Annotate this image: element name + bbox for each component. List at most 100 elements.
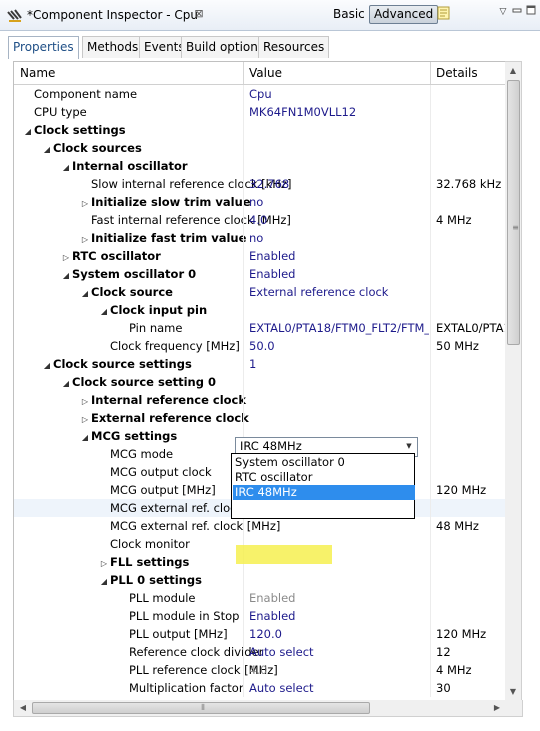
property-value[interactable]: 4.0 [249, 661, 429, 679]
property-value[interactable]: 50.0 [249, 337, 429, 355]
property-value[interactable]: no [249, 193, 429, 211]
column-divider [243, 373, 244, 391]
tab-methods[interactable]: Methods [82, 36, 144, 58]
property-value[interactable]: no [249, 229, 429, 247]
table-row[interactable]: PLL module Enabled [14, 589, 506, 607]
horizontal-scroll-thumb[interactable]: ⦀ [32, 702, 370, 714]
vertical-scroll-thumb[interactable]: ≡ [507, 80, 520, 345]
column-header-details[interactable]: Details [430, 62, 506, 84]
table-row[interactable]: Component name Cpu [14, 85, 506, 103]
property-value[interactable] [249, 409, 429, 427]
expanded-arrow-icon[interactable]: ◢ [60, 159, 72, 175]
table-row[interactable]: ◢ System oscillator 0 Enabled [14, 265, 506, 283]
expanded-arrow-icon[interactable]: ◢ [22, 123, 34, 139]
scroll-right-icon[interactable]: ▶ [490, 701, 504, 715]
expanded-arrow-icon[interactable]: ◢ [41, 141, 53, 157]
property-value[interactable] [249, 121, 429, 139]
note-icon[interactable] [437, 6, 451, 20]
property-value[interactable] [249, 301, 429, 319]
table-row[interactable]: Pin name EXTAL0/PTA18/FTM0_FLT2/FTM_CLKIN… [14, 319, 506, 337]
column-header-value[interactable]: Value [243, 62, 436, 84]
property-value[interactable]: Enabled [249, 265, 429, 283]
table-row[interactable]: ◢ Internal oscillator [14, 157, 506, 175]
table-row[interactable]: ◢ Clock source settings 1 [14, 355, 506, 373]
table-row[interactable]: PLL reference clock [MHz] 4.0 4 MHz [14, 661, 506, 679]
property-value[interactable] [249, 391, 429, 409]
property-value[interactable]: Auto select [249, 643, 429, 661]
scroll-up-icon[interactable]: ▲ [506, 64, 520, 78]
property-value[interactable]: Enabled [249, 589, 429, 607]
property-value[interactable]: 120.0 [249, 625, 429, 643]
property-value[interactable] [249, 571, 429, 589]
horizontal-scrollbar[interactable]: ◀ ⦀ ▶ [13, 700, 523, 717]
table-row[interactable]: ▷ RTC oscillator Enabled [14, 247, 506, 265]
property-details [436, 139, 506, 157]
collapsed-arrow-icon[interactable]: ▷ [79, 195, 91, 211]
advanced-mode-button[interactable]: Advanced [369, 5, 439, 24]
table-row[interactable]: ◢ Clock source External reference clock [14, 283, 506, 301]
collapsed-arrow-icon[interactable]: ▷ [79, 393, 91, 409]
collapsed-arrow-icon[interactable]: ▷ [79, 231, 91, 247]
property-value[interactable]: Auto select [249, 679, 429, 697]
collapsed-arrow-icon[interactable]: ▷ [79, 411, 91, 427]
table-row[interactable]: ▷ Internal reference clock [14, 391, 506, 409]
expanded-arrow-icon[interactable]: ◢ [98, 573, 110, 589]
table-row[interactable]: ◢ Clock sources [14, 139, 506, 157]
property-value[interactable]: 4.0 [249, 211, 429, 229]
table-row[interactable]: CPU type MK64FN1M0VLL12 [14, 103, 506, 121]
property-value[interactable]: EXTAL0/PTA18/FTM0_FLT2/FTM_CLKIN0 [249, 319, 429, 337]
expanded-arrow-icon[interactable]: ◢ [79, 429, 91, 445]
dropdown-option-rtc-oscillator[interactable]: RTC oscillator [233, 470, 415, 485]
column-divider [430, 499, 431, 517]
property-value[interactable] [249, 373, 429, 391]
property-value[interactable] [249, 517, 429, 535]
expanded-arrow-icon[interactable]: ◢ [79, 285, 91, 301]
column-header-name[interactable]: Name [14, 62, 249, 84]
table-row[interactable]: Clock frequency [MHz] 50.0 50 MHz [14, 337, 506, 355]
close-icon[interactable]: ⊠ [193, 8, 205, 20]
scroll-left-icon[interactable]: ◀ [16, 701, 30, 715]
minimize-icon[interactable] [511, 4, 523, 16]
property-value[interactable]: External reference clock [249, 283, 429, 301]
tab-build-options[interactable]: Build options [181, 36, 270, 58]
property-value[interactable] [249, 157, 429, 175]
property-name-cell: ◢ Clock source settings [14, 355, 270, 373]
table-row[interactable]: ◢ Clock source setting 0 [14, 373, 506, 391]
table-row[interactable]: Fast internal reference clock [MHz] 4.0 4 … [14, 211, 506, 229]
table-row[interactable]: ▷ External reference clock [14, 409, 506, 427]
table-row[interactable]: ◢ Clock input pin [14, 301, 506, 319]
property-value[interactable]: MK64FN1M0VLL12 [249, 103, 429, 121]
expanded-arrow-icon[interactable]: ◢ [60, 267, 72, 283]
view-menu-icon[interactable]: ▽ [497, 6, 509, 18]
table-row[interactable]: Multiplication factor Auto select 30 [14, 679, 506, 697]
table-row[interactable]: PLL output [MHz] 120.0 120 MHz [14, 625, 506, 643]
property-value[interactable] [249, 139, 429, 157]
tab-resources[interactable]: Resources [258, 36, 330, 58]
expanded-arrow-icon[interactable]: ◢ [41, 357, 53, 373]
property-value[interactable]: Enabled [249, 607, 429, 625]
table-row[interactable]: Slow internal reference clock [kHz] 32.76… [14, 175, 506, 193]
dropdown-option-system-oscillator[interactable]: System oscillator 0 [233, 455, 415, 470]
collapsed-arrow-icon[interactable]: ▷ [98, 555, 110, 571]
property-value[interactable]: 1 [249, 355, 429, 373]
expanded-arrow-icon[interactable]: ◢ [98, 303, 110, 319]
table-row[interactable]: ◢ PLL 0 settings [14, 571, 506, 589]
table-row[interactable]: MCG external ref. clock [MHz] 48 MHz [14, 517, 506, 535]
table-row[interactable]: ▷ Initialize slow trim value no [14, 193, 506, 211]
property-value[interactable]: 32.768 [249, 175, 429, 193]
table-row[interactable]: ▷ Initialize fast trim value no [14, 229, 506, 247]
collapsed-arrow-icon[interactable]: ▷ [60, 249, 72, 265]
property-value[interactable]: Cpu [249, 85, 429, 103]
vertical-scrollbar[interactable]: ▲ ≡ ▼ [505, 61, 522, 702]
dropdown-option-irc-48mhz[interactable]: IRC 48MHz [233, 485, 415, 500]
table-row[interactable]: ◢ Clock settings [14, 121, 506, 139]
expanded-arrow-icon[interactable]: ◢ [60, 375, 72, 391]
table-row[interactable]: Reference clock divider Auto select 12 [14, 643, 506, 661]
property-value[interactable]: Enabled [249, 247, 429, 265]
scroll-down-icon[interactable]: ▼ [506, 685, 520, 699]
maximize-icon[interactable] [525, 4, 537, 16]
table-row[interactable]: PLL module in Stop Enabled [14, 607, 506, 625]
editor-tab-title[interactable]: *Component Inspector - Cpu [27, 4, 198, 26]
tab-properties[interactable]: Properties [8, 36, 79, 59]
basic-mode-button[interactable]: Basic [330, 5, 368, 23]
